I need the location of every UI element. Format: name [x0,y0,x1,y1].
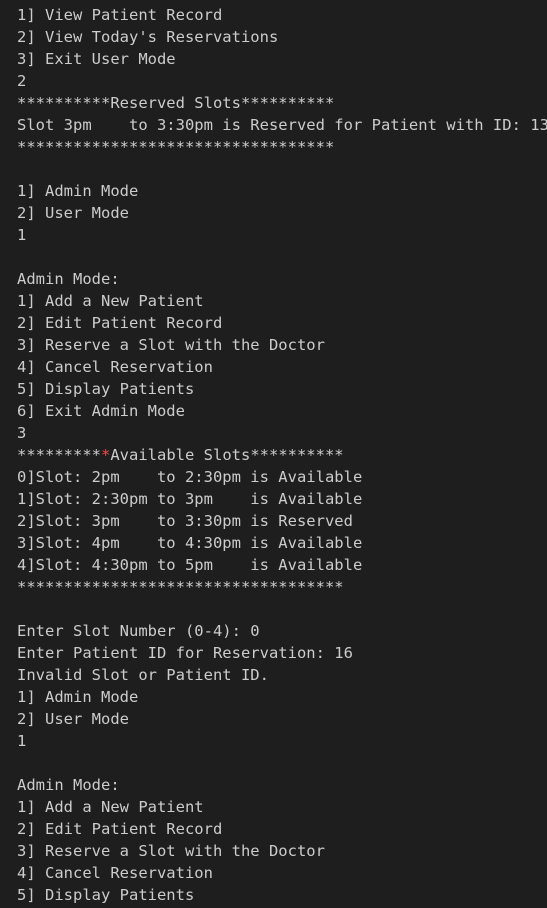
terminal-line: Admin Mode: [17,270,120,288]
terminal-line: Enter Slot Number (0-4): 0 [17,622,260,640]
terminal-line: 1] Admin Mode [17,182,139,200]
terminal-output[interactable]: 1] View Patient Record 2] View Today's R… [0,0,547,908]
terminal-line: 4]Slot: 4:30pm to 5pm is Available [17,556,363,574]
terminal-line: 1] Admin Mode [17,688,139,706]
terminal-line: 3] Reserve a Slot with the Doctor [17,336,325,354]
terminal-line: Admin Mode: [17,776,120,794]
terminal-line: **********Reserved Slots********** [17,94,335,112]
terminal-line: 5] Display Patients [17,380,195,398]
terminal-line: *********************************** [17,578,344,596]
terminal-line: 4] Cancel Reservation [17,864,213,882]
terminal-line: 2] User Mode [17,204,129,222]
terminal-line: 6] Exit Admin Mode [17,402,185,420]
terminal-line: 2] Edit Patient Record [17,314,223,332]
terminal-line: 0]Slot: 2pm to 2:30pm is Available [17,468,363,486]
terminal-line: 2] User Mode [17,710,129,728]
terminal-line: 1]Slot: 2:30pm to 3pm is Available [17,490,363,508]
terminal-line: Invalid Slot or Patient ID. [17,666,269,684]
terminal-line: 2] View Today's Reservations [17,28,279,46]
terminal-line: 1 [17,226,27,244]
terminal-line: 1] Add a New Patient [17,292,204,310]
terminal-line: 4] Cancel Reservation [17,358,213,376]
terminal-line: Enter Patient ID for Reservation: 16 [17,644,353,662]
terminal-line: 2]Slot: 3pm to 3:30pm is Reserved [17,512,353,530]
terminal-line: 1] Add a New Patient [17,798,204,816]
terminal-line: 3] Reserve a Slot with the Doctor [17,842,325,860]
terminal-line: Slot 3pm to 3:30pm is Reserved for Patie… [17,116,547,134]
terminal-line: 2] Edit Patient Record [17,820,223,838]
terminal-line: **********Available Slots********** [17,446,344,464]
terminal-line: ********************************** [17,138,335,156]
terminal-line: 3] Exit User Mode [17,50,176,68]
terminal-line: 1] View Patient Record [17,6,223,24]
terminal-line: 5] Display Patients [17,886,195,904]
terminal-line: 2 [17,72,27,90]
terminal-line: 3]Slot: 4pm to 4:30pm is Available [17,534,363,552]
terminal-line: 3 [17,424,27,442]
terminal-line: 1 [17,732,27,750]
highlight-star: * [101,446,111,464]
